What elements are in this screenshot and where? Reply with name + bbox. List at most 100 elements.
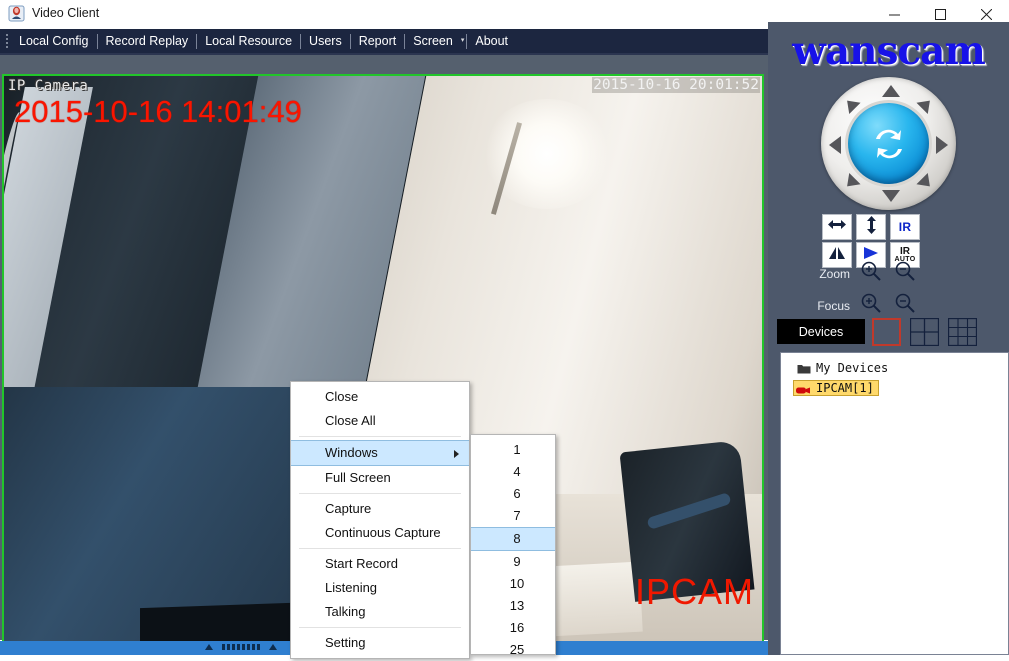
zoom-out-icon <box>894 260 916 287</box>
context-menu-item-label: Start Record <box>325 556 398 571</box>
zoom-in-button[interactable] <box>857 261 885 285</box>
brand-logo: wanscam <box>792 28 985 74</box>
osd-timestamp-red: 2015-10-16 14:01:49 <box>14 94 302 129</box>
status-bar-icons <box>205 644 277 650</box>
ptz-right-icon[interactable] <box>936 136 948 154</box>
zoom-out-button[interactable] <box>891 261 919 285</box>
menu-divider <box>349 33 351 49</box>
progress-dots-icon <box>222 644 260 650</box>
focus-out-icon <box>894 292 916 319</box>
submenu-item-label: 6 <box>513 486 521 501</box>
ptz-up-icon[interactable] <box>882 85 900 97</box>
tree-item-my-devices[interactable]: My Devices <box>797 361 888 375</box>
menu-item-report[interactable]: Report <box>351 29 405 53</box>
submenu-item-label: 4 <box>513 464 521 479</box>
context-menu-item-setting[interactable]: Setting <box>291 631 469 655</box>
refresh-rotate-icon <box>866 122 912 166</box>
menu-item-users[interactable]: Users <box>301 29 350 53</box>
submenu-item-label: 10 <box>509 576 525 591</box>
context-menu-item-full-screen[interactable]: Full Screen <box>291 466 469 490</box>
focus-in-button[interactable] <box>857 293 885 317</box>
context-menu-item-label: Close <box>325 389 359 404</box>
menu-item-record-replay[interactable]: Record Replay <box>98 29 197 53</box>
windows-submenu: 1 4 6 7 8 9 10 13 16 25 <box>470 434 556 657</box>
ptz-center-button[interactable] <box>848 103 929 184</box>
mirror-button[interactable] <box>823 243 851 267</box>
submenu-item-label: 13 <box>509 598 525 613</box>
osd-timestamp-white: 2015-10-16 20:01:52 <box>592 77 760 93</box>
submenu-item-10[interactable]: 10 <box>471 573 555 595</box>
menu-item-screen[interactable]: Screen <box>405 29 461 53</box>
context-menu-item-windows[interactable]: Windows <box>291 440 469 466</box>
context-menu-item-label: Close All <box>325 413 376 428</box>
device-tree[interactable]: My Devices IPCAM[1] <box>780 352 1009 655</box>
context-menu-item-close-all[interactable]: Close All <box>291 409 469 433</box>
context-menu-item-listening[interactable]: Listening <box>291 576 469 600</box>
context-menu-item-talking[interactable]: Talking <box>291 600 469 624</box>
zoom-in-icon <box>860 260 882 287</box>
context-menu-separator <box>299 436 461 437</box>
context-menu-item-label: Capture <box>325 501 372 516</box>
submenu-item-13[interactable]: 13 <box>471 595 555 617</box>
focus-label: Focus <box>817 299 850 313</box>
submenu-item-4[interactable]: 4 <box>471 461 555 483</box>
layout-1-button[interactable] <box>872 318 901 346</box>
horizontal-scan-button[interactable] <box>823 215 851 239</box>
ptz-direction-pad[interactable] <box>821 77 956 210</box>
context-menu-item-label: Talking <box>325 604 366 619</box>
devices-tab-button[interactable]: Devices <box>777 319 865 344</box>
context-menu-item-label: Full Screen <box>325 470 391 485</box>
submenu-item-6[interactable]: 6 <box>471 483 555 505</box>
menu-item-about[interactable]: About <box>467 29 516 53</box>
submenu-item-16[interactable]: 16 <box>471 617 555 639</box>
menu-divider <box>404 33 406 49</box>
window-title: Video Client <box>32 6 100 20</box>
ir-button-label: IR <box>898 220 912 234</box>
osd-camera-name: IP Camera <box>8 78 89 94</box>
context-menu-separator <box>299 627 461 628</box>
vertical-scan-button[interactable] <box>857 215 885 239</box>
folder-icon <box>797 363 811 374</box>
submenu-item-7[interactable]: 7 <box>471 505 555 527</box>
context-menu-separator <box>299 493 461 494</box>
menu-divider <box>300 33 302 49</box>
menu-item-local-resource[interactable]: Local Resource <box>197 29 300 53</box>
menu-item-local-config[interactable]: Local Config <box>11 29 97 53</box>
focus-in-icon <box>860 292 882 319</box>
submenu-item-25[interactable]: 25 <box>471 639 555 661</box>
submenu-item-label: 16 <box>509 620 525 635</box>
osd-watermark: IPCAM <box>634 571 754 612</box>
context-menu-item-start-record[interactable]: Start Record <box>291 552 469 576</box>
context-menu-item-continuous-capture[interactable]: Continuous Capture <box>291 521 469 545</box>
context-menu-item-capture[interactable]: Capture <box>291 497 469 521</box>
camera-icon <box>795 384 811 393</box>
focus-out-button[interactable] <box>891 293 919 317</box>
submenu-item-label: 8 <box>513 531 521 546</box>
ir-button[interactable]: IR <box>891 215 919 239</box>
menu-grip-handle[interactable] <box>0 29 11 53</box>
submenu-arrow-icon <box>454 450 459 458</box>
context-menu-item-label: Listening <box>325 580 378 595</box>
control-panel: wanscam IR IR AUTO Zoom Focus Devices My… <box>768 22 1009 655</box>
context-menu-item-label: Continuous Capture <box>325 525 441 540</box>
layout-9-button[interactable] <box>948 318 977 346</box>
context-menu-item-label: Windows <box>325 445 378 460</box>
submenu-item-1[interactable]: 1 <box>471 439 555 461</box>
ptz-down-icon[interactable] <box>882 190 900 202</box>
submenu-item-label: 1 <box>513 442 521 457</box>
tree-item-label: My Devices <box>816 361 889 375</box>
triangle-right-icon[interactable] <box>269 644 277 650</box>
mirror-triangles-icon <box>827 246 847 265</box>
context-menu: Close Close All Windows Full Screen Capt… <box>290 381 470 659</box>
submenu-item-label: 9 <box>513 554 521 569</box>
menu-divider <box>466 33 468 49</box>
layout-4-button[interactable] <box>910 318 939 346</box>
context-menu-item-label: Setting <box>325 635 366 650</box>
context-menu-item-close[interactable]: Close <box>291 385 469 409</box>
tree-item-ipcam[interactable]: IPCAM[1] <box>793 380 879 396</box>
triangle-left-icon[interactable] <box>205 644 213 650</box>
submenu-item-9[interactable]: 9 <box>471 551 555 573</box>
menu-divider <box>96 33 98 49</box>
ptz-left-icon[interactable] <box>829 136 841 154</box>
submenu-item-8[interactable]: 8 <box>471 527 555 551</box>
